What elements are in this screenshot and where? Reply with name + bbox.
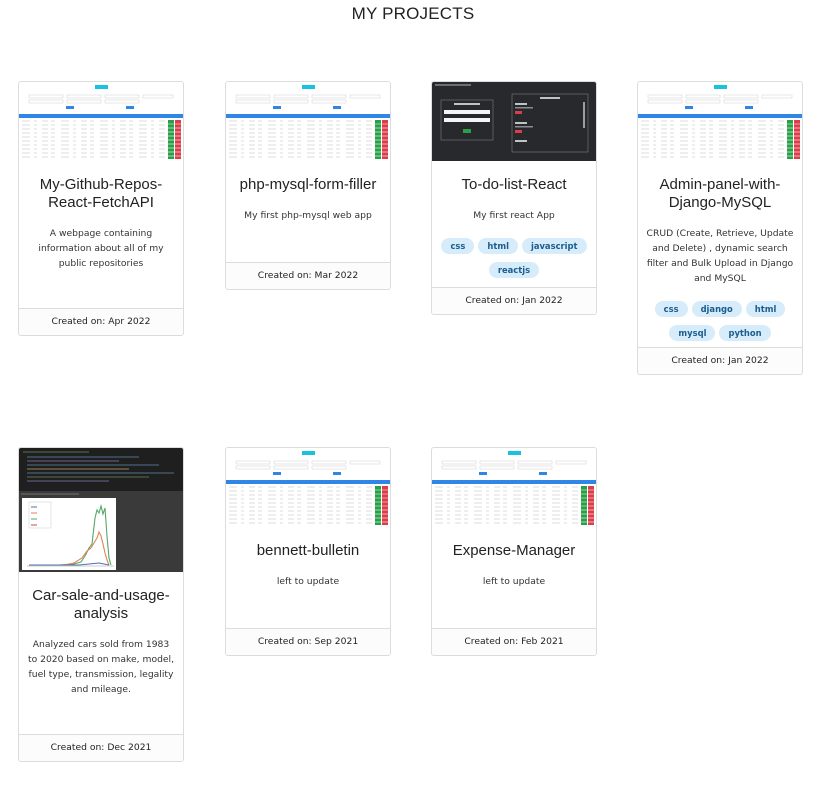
card-body: To-do-list-React My first react App css htm… bbox=[432, 176, 596, 282]
created-date: Created on: Apr 2022 bbox=[19, 308, 183, 335]
created-date: Created on: Mar 2022 bbox=[226, 262, 390, 289]
project-thumbnail bbox=[638, 82, 802, 161]
created-date: Created on: Feb 2021 bbox=[432, 628, 596, 655]
tag-html[interactable]: html bbox=[745, 301, 786, 317]
project-card[interactable]: bennett-bulletin left to update Created on… bbox=[225, 447, 391, 656]
project-title[interactable]: Admin-panel-with-Django-MySQL bbox=[644, 176, 796, 212]
project-card[interactable]: To-do-list-React My first react App css htm… bbox=[431, 81, 597, 315]
card-body: php-mysql-form-filler My first php-mysql … bbox=[226, 176, 390, 223]
created-date: Created on: Jan 2022 bbox=[638, 347, 802, 374]
project-card[interactable]: Car-sale-and-usage-analysis Analyzed cars… bbox=[18, 447, 184, 762]
tag-mysql[interactable]: mysql bbox=[669, 325, 716, 341]
project-title[interactable]: php-mysql-form-filler bbox=[232, 176, 384, 194]
project-description: CRUD (Create, Retrieve, Update and Delet… bbox=[646, 228, 794, 284]
project-card[interactable]: My-Github-Repos-React-FetchAPI A webpage … bbox=[18, 81, 184, 336]
project-description: My first react App bbox=[473, 210, 555, 221]
project-card[interactable]: Expense-Manager left to update Created on:… bbox=[431, 447, 597, 656]
project-card[interactable]: Admin-panel-with-Django-MySQL CRUD (Creat… bbox=[637, 81, 803, 375]
tag-reactjs[interactable]: reactjs bbox=[488, 262, 540, 278]
project-thumbnail bbox=[432, 82, 596, 161]
page-title: MY PROJECTS bbox=[351, 4, 475, 23]
project-title[interactable]: bennett-bulletin bbox=[232, 542, 384, 560]
project-description: My first php-mysql web app bbox=[244, 210, 372, 221]
tag-python[interactable]: python bbox=[719, 325, 771, 341]
project-thumbnail bbox=[19, 448, 183, 572]
project-thumbnail bbox=[432, 448, 596, 527]
project-card[interactable]: php-mysql-form-filler My first php-mysql … bbox=[225, 81, 391, 290]
project-title[interactable]: Expense-Manager bbox=[438, 542, 590, 560]
project-title[interactable]: To-do-list-React bbox=[438, 176, 590, 194]
card-body: Admin-panel-with-Django-MySQL CRUD (Creat… bbox=[638, 176, 802, 345]
created-date: Created on: Sep 2021 bbox=[226, 628, 390, 655]
card-body: Car-sale-and-usage-analysis Analyzed cars… bbox=[19, 587, 183, 697]
tag-javascript[interactable]: javascript bbox=[521, 238, 587, 254]
project-title[interactable]: Car-sale-and-usage-analysis bbox=[25, 587, 177, 623]
project-thumbnail bbox=[226, 82, 390, 161]
tag-list: css html javascript reactjs bbox=[438, 234, 590, 282]
project-thumbnail bbox=[19, 82, 183, 161]
project-title[interactable]: My-Github-Repos-React-FetchAPI bbox=[25, 176, 177, 212]
project-description: left to update bbox=[276, 576, 340, 587]
card-body: Expense-Manager left to update bbox=[432, 542, 596, 589]
card-body: My-Github-Repos-React-FetchAPI A webpage … bbox=[19, 176, 183, 271]
card-body: bennett-bulletin left to update bbox=[226, 542, 390, 589]
created-date: Created on: Dec 2021 bbox=[19, 734, 183, 761]
tag-django[interactable]: django bbox=[691, 301, 742, 317]
created-date: Created on: Jan 2022 bbox=[432, 287, 596, 314]
tag-html[interactable]: html bbox=[478, 238, 518, 254]
project-description: Analyzed cars sold from 1983 to 2020 bas… bbox=[27, 639, 175, 695]
project-description: A webpage containing information about a… bbox=[38, 228, 164, 269]
project-thumbnail bbox=[226, 448, 390, 527]
tag-css[interactable]: css bbox=[654, 301, 688, 317]
project-description: left to update bbox=[482, 576, 546, 587]
tag-list: css django html mysql python bbox=[644, 297, 796, 345]
tag-css[interactable]: css bbox=[441, 238, 475, 254]
